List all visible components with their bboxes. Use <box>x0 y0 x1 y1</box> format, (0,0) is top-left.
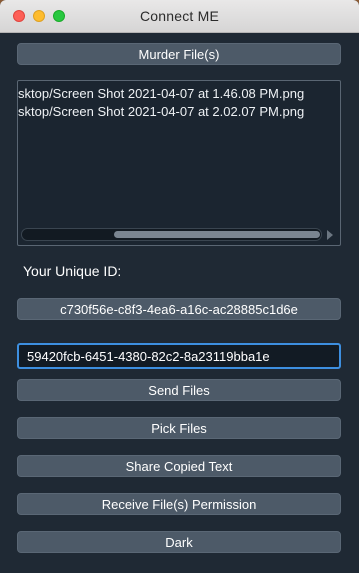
scrollbar-thumb[interactable] <box>114 231 320 238</box>
share-copied-text-button[interactable]: Share Copied Text <box>17 455 341 477</box>
unique-id-button[interactable]: c730f56e-c8f3-4ea6-a16c-ac28885c1d6e <box>17 298 341 320</box>
receive-permission-button[interactable]: Receive File(s) Permission <box>17 493 341 515</box>
unique-id-label: Your Unique ID: <box>23 263 122 279</box>
app-window: Connect ME Murder File(s) sktop/Screen S… <box>0 0 359 573</box>
window-title: Connect ME <box>139 8 220 24</box>
file-list-item[interactable]: sktop/Screen Shot 2021-04-07 at 1.46.08 … <box>18 86 304 101</box>
send-files-button[interactable]: Send Files <box>17 379 341 401</box>
horizontal-scrollbar[interactable] <box>21 228 322 241</box>
pick-files-button[interactable]: Pick Files <box>17 417 341 439</box>
peer-id-input[interactable] <box>17 343 341 369</box>
scroll-right-arrow-icon[interactable] <box>327 230 333 240</box>
murder-files-button[interactable]: Murder File(s) <box>17 43 341 65</box>
file-list-item[interactable]: sktop/Screen Shot 2021-04-07 at 2.02.07 … <box>18 104 304 119</box>
file-list[interactable]: sktop/Screen Shot 2021-04-07 at 1.46.08 … <box>17 80 341 246</box>
dark-mode-button[interactable]: Dark <box>17 531 341 553</box>
title-bar: Connect ME <box>0 0 359 33</box>
